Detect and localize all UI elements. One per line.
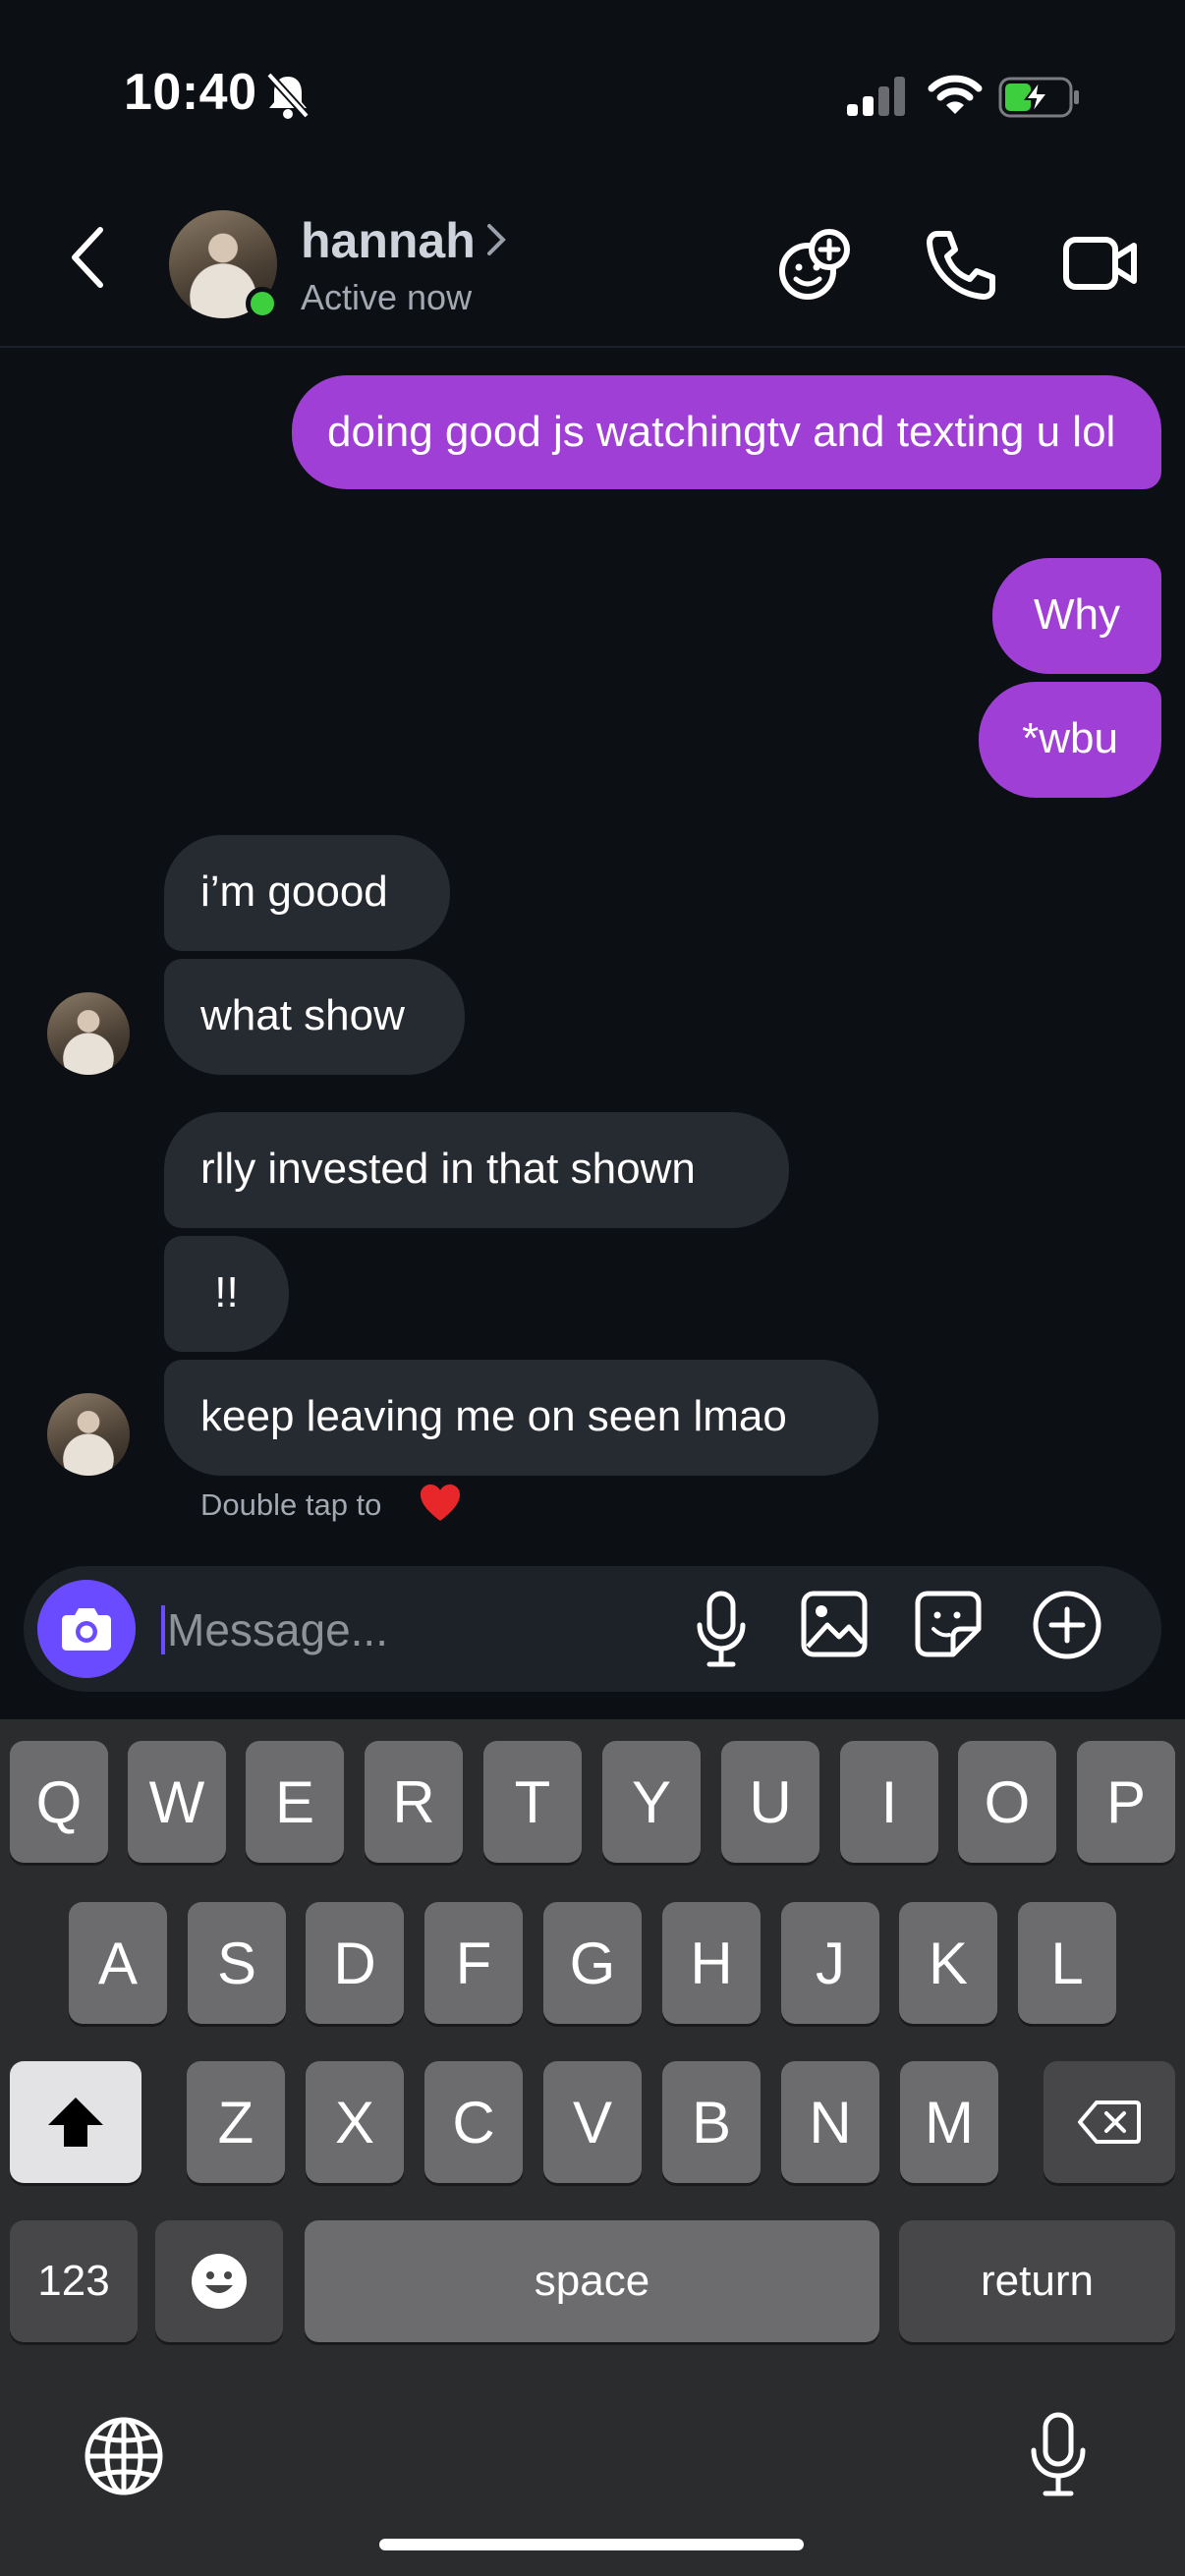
contact-name[interactable]: hannah bbox=[301, 212, 476, 269]
key-z[interactable]: Z bbox=[187, 2061, 285, 2183]
message-composer bbox=[24, 1566, 1161, 1692]
emoji-key[interactable] bbox=[155, 2220, 283, 2342]
key-t[interactable]: T bbox=[483, 1741, 582, 1863]
globe-icon[interactable] bbox=[83, 2415, 165, 2502]
gallery-icon[interactable] bbox=[800, 1590, 869, 1663]
shift-arrow-icon bbox=[48, 2098, 103, 2147]
key-w[interactable]: W bbox=[128, 1741, 226, 1863]
back-button[interactable] bbox=[69, 226, 108, 294]
backspace-icon bbox=[1078, 2100, 1141, 2144]
key-x[interactable]: X bbox=[306, 2061, 404, 2183]
chevron-right-icon[interactable] bbox=[485, 222, 507, 262]
key-g[interactable]: G bbox=[543, 1902, 642, 2024]
key-a[interactable]: A bbox=[69, 1902, 167, 2024]
key-n[interactable]: N bbox=[781, 2061, 879, 2183]
key-s[interactable]: S bbox=[188, 1902, 286, 2024]
key-h[interactable]: H bbox=[662, 1902, 761, 2024]
return-key[interactable]: return bbox=[899, 2220, 1175, 2342]
key-r[interactable]: R bbox=[365, 1741, 463, 1863]
key-v[interactable]: V bbox=[543, 2061, 642, 2183]
space-key[interactable]: space bbox=[305, 2220, 879, 2342]
video-call-button[interactable] bbox=[1063, 234, 1138, 298]
key-j[interactable]: J bbox=[781, 1902, 879, 2024]
microphone-icon[interactable] bbox=[692, 1588, 751, 1675]
key-q[interactable]: Q bbox=[10, 1741, 108, 1863]
key-i[interactable]: I bbox=[840, 1741, 938, 1863]
key-l[interactable]: L bbox=[1018, 1902, 1116, 2024]
key-f[interactable]: F bbox=[424, 1902, 523, 2024]
emoji-icon bbox=[192, 2254, 247, 2309]
home-indicator bbox=[379, 2539, 804, 2550]
sent-message[interactable]: Why bbox=[992, 558, 1161, 674]
key-p[interactable]: P bbox=[1077, 1741, 1175, 1863]
keyboard: Q W E R T Y U I O P A S D F G H J K L Z … bbox=[0, 1719, 1185, 2576]
key-c[interactable]: C bbox=[424, 2061, 523, 2183]
key-k[interactable]: K bbox=[899, 1902, 997, 2024]
add-effect-button[interactable] bbox=[776, 226, 855, 309]
bell-slash-icon bbox=[265, 71, 310, 125]
shift-key[interactable] bbox=[10, 2061, 141, 2183]
sticker-icon[interactable] bbox=[914, 1590, 983, 1663]
key-e[interactable]: E bbox=[246, 1741, 344, 1863]
key-u[interactable]: U bbox=[721, 1741, 819, 1863]
header-divider bbox=[0, 346, 1185, 348]
received-message[interactable]: rlly invested in that shown bbox=[164, 1112, 789, 1228]
wifi-icon bbox=[928, 73, 983, 121]
received-message[interactable]: i’m goood bbox=[164, 835, 450, 951]
contact-avatar[interactable] bbox=[169, 210, 279, 320]
key-b[interactable]: B bbox=[662, 2061, 761, 2183]
key-y[interactable]: Y bbox=[602, 1741, 701, 1863]
sent-message[interactable]: doing good js watchingtv and texting u l… bbox=[292, 375, 1161, 489]
key-d[interactable]: D bbox=[306, 1902, 404, 2024]
delete-key[interactable] bbox=[1044, 2061, 1175, 2183]
sender-avatar[interactable] bbox=[47, 992, 130, 1075]
key-o[interactable]: O bbox=[958, 1741, 1056, 1863]
sent-message[interactable]: *wbu bbox=[979, 682, 1161, 798]
dictation-microphone-icon[interactable] bbox=[1026, 2411, 1091, 2504]
cellular-signal-icon bbox=[847, 77, 906, 121]
phone-call-button[interactable] bbox=[924, 228, 998, 308]
received-message[interactable]: keep leaving me on seen lmao bbox=[164, 1360, 878, 1476]
key-m[interactable]: M bbox=[900, 2061, 998, 2183]
camera-button[interactable] bbox=[37, 1580, 136, 1678]
numbers-key[interactable]: 123 bbox=[10, 2220, 138, 2342]
received-message[interactable]: !! bbox=[164, 1236, 289, 1352]
online-indicator bbox=[246, 287, 279, 320]
status-time: 10:40 bbox=[124, 64, 257, 121]
message-input[interactable] bbox=[165, 1590, 680, 1670]
battery-charging-icon bbox=[998, 77, 1081, 123]
reaction-hint: Double tap to bbox=[200, 1487, 382, 1522]
add-icon[interactable] bbox=[1032, 1590, 1102, 1665]
sender-avatar[interactable] bbox=[47, 1393, 130, 1476]
received-message[interactable]: what show bbox=[164, 959, 465, 1075]
heart-icon bbox=[419, 1484, 462, 1528]
active-status: Active now bbox=[301, 277, 473, 317]
